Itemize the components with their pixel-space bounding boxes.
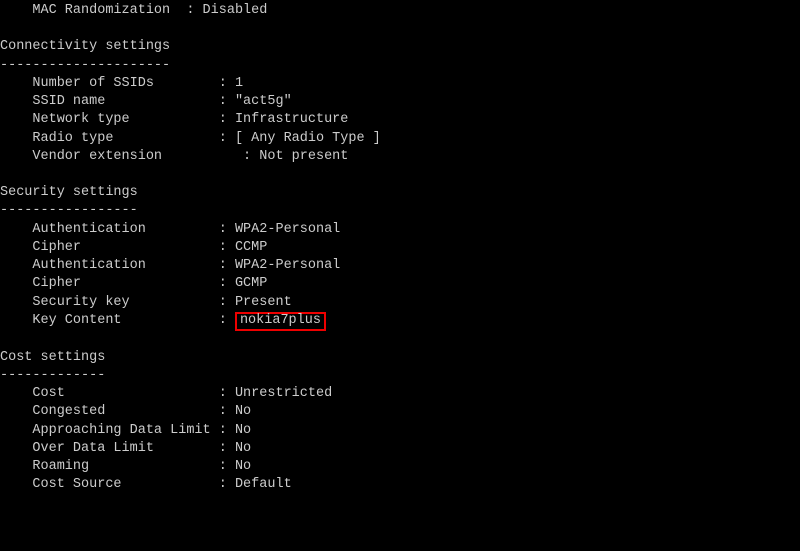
colon: :: [219, 240, 227, 255]
blank-line: [0, 331, 800, 349]
key-content-highlight: nokia7plus: [235, 312, 326, 331]
colon: :: [219, 276, 227, 291]
cipher1-label: Cipher: [0, 240, 219, 255]
security-section-title: Security settings: [0, 185, 138, 200]
vendor-ext-value: Not present: [251, 149, 348, 164]
key-content-prefix: :: [219, 313, 235, 328]
colon: :: [219, 295, 227, 310]
cost-section-title: Cost settings: [0, 350, 105, 365]
colon: :: [243, 149, 251, 164]
security-key-row: Security key : Present: [0, 294, 800, 312]
colon: :: [219, 76, 227, 91]
colon: :: [219, 404, 227, 419]
num-ssids-label: Number of SSIDs: [0, 76, 219, 91]
vendor-ext-label: Vendor extension: [0, 149, 243, 164]
connectivity-section-dashes: ---------------------: [0, 58, 170, 73]
cost-value: Unrestricted: [227, 386, 332, 401]
approaching-value: No: [227, 423, 251, 438]
security-section-dashes: -----------------: [0, 203, 138, 218]
cipher2-row: Cipher : GCMP: [0, 275, 800, 293]
ssid-name-row: SSID name : "act5g": [0, 93, 800, 111]
cipher1-value: CCMP: [227, 240, 268, 255]
roaming-value: No: [227, 459, 251, 474]
vendor-ext-row: Vendor extension : Not present: [0, 148, 800, 166]
over-row: Over Data Limit : No: [0, 440, 800, 458]
auth2-row: Authentication : WPA2-Personal: [0, 257, 800, 275]
ssid-name-label: SSID name: [0, 94, 219, 109]
colon: :: [219, 477, 227, 492]
colon: :: [219, 441, 227, 456]
colon: :: [219, 94, 227, 109]
auth2-label: Authentication: [0, 258, 219, 273]
network-type-label: Network type: [0, 112, 219, 127]
cost-source-label: Cost Source: [0, 477, 219, 492]
auth1-row: Authentication : WPA2-Personal: [0, 221, 800, 239]
key-content-value: nokia7plus: [240, 313, 321, 328]
roaming-label: Roaming: [0, 459, 219, 474]
ssid-name-value: "act5g": [227, 94, 292, 109]
blank-line: [0, 166, 800, 184]
num-ssids-row: Number of SSIDs : 1: [0, 75, 800, 93]
mac-randomization-row: MAC Randomization : Disabled: [0, 2, 800, 20]
cost-label: Cost: [0, 386, 219, 401]
approaching-row: Approaching Data Limit : No: [0, 422, 800, 440]
connectivity-section-title: Connectivity settings: [0, 39, 170, 54]
auth2-value: WPA2-Personal: [227, 258, 340, 273]
over-value: No: [227, 441, 251, 456]
colon: :: [219, 131, 227, 146]
roaming-row: Roaming : No: [0, 458, 800, 476]
colon: :: [219, 423, 227, 438]
radio-type-value: [ Any Radio Type ]: [227, 131, 381, 146]
cipher1-row: Cipher : CCMP: [0, 239, 800, 257]
num-ssids-value: 1: [227, 76, 243, 91]
network-type-value: Infrastructure: [227, 112, 349, 127]
over-label: Over Data Limit: [0, 441, 219, 456]
approaching-label: Approaching Data Limit: [0, 423, 219, 438]
cost-row: Cost : Unrestricted: [0, 385, 800, 403]
cost-source-value: Default: [227, 477, 292, 492]
colon: :: [219, 386, 227, 401]
mac-rand-label: MAC Randomization: [0, 3, 186, 18]
cipher2-label: Cipher: [0, 276, 219, 291]
congested-label: Congested: [0, 404, 219, 419]
radio-type-label: Radio type: [0, 131, 219, 146]
cost-source-row: Cost Source : Default: [0, 476, 800, 494]
cost-section-dashes: -------------: [0, 368, 105, 383]
key-content-row: Key Content : nokia7plus: [0, 312, 800, 331]
blank-line: [0, 20, 800, 38]
colon: :: [219, 112, 227, 127]
auth1-label: Authentication: [0, 222, 219, 237]
network-type-row: Network type : Infrastructure: [0, 111, 800, 129]
key-content-label: Key Content: [0, 313, 219, 328]
security-key-value: Present: [227, 295, 292, 310]
cipher2-value: GCMP: [227, 276, 268, 291]
radio-type-row: Radio type : [ Any Radio Type ]: [0, 130, 800, 148]
security-key-label: Security key: [0, 295, 219, 310]
colon: :: [219, 459, 227, 474]
congested-value: No: [227, 404, 251, 419]
congested-row: Congested : No: [0, 403, 800, 421]
auth1-value: WPA2-Personal: [227, 222, 340, 237]
colon: :: [219, 258, 227, 273]
colon: :: [219, 222, 227, 237]
mac-rand-value: Disabled: [194, 3, 267, 18]
